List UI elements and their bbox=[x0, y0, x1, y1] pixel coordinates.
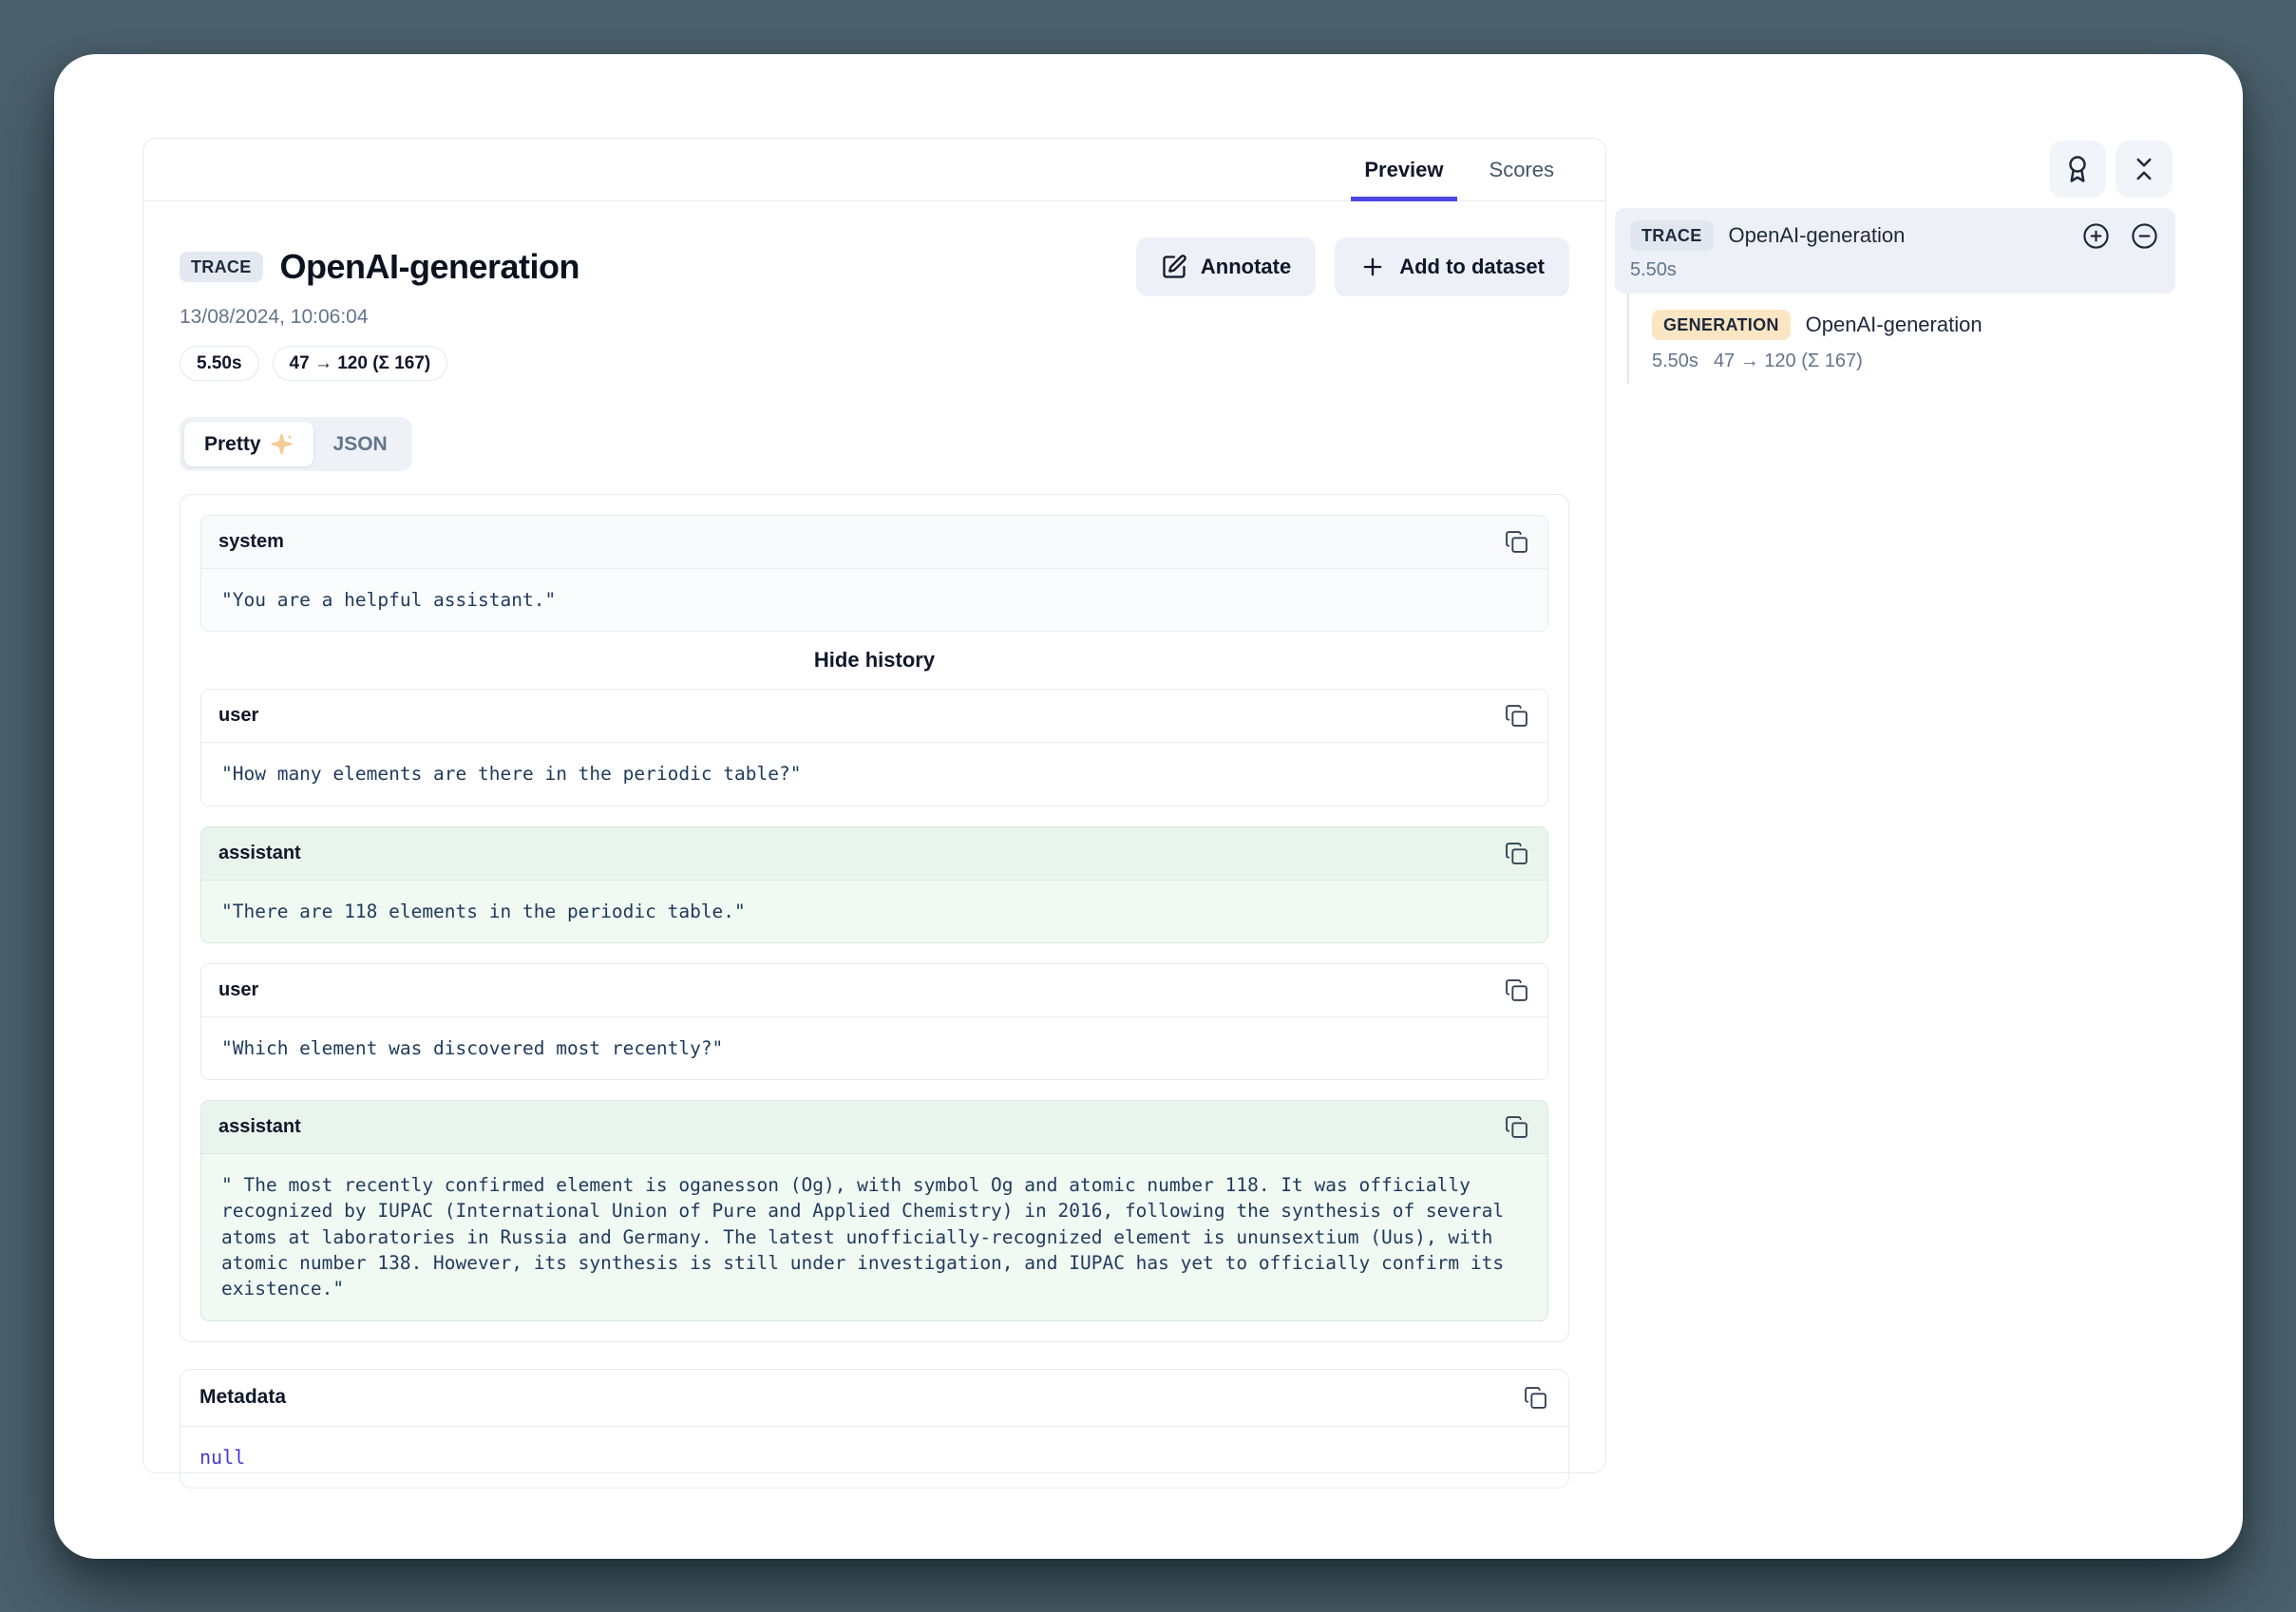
edit-pen-icon bbox=[1161, 254, 1187, 280]
metadata-body: null bbox=[180, 1427, 1568, 1488]
message-role-label: user bbox=[218, 705, 258, 727]
title-row: TRACE OpenAI-generation Annotate Add to … bbox=[180, 237, 1569, 296]
message-role-label: system bbox=[218, 531, 284, 553]
message-block-user: user "How many elements are there in the… bbox=[200, 689, 1548, 806]
trace-header: TRACE OpenAI-generation Annotate Add to … bbox=[180, 237, 1569, 381]
json-toggle-label: JSON bbox=[333, 433, 388, 456]
message-body: "You are a helpful assistant." bbox=[201, 569, 1547, 631]
view-mode-toggle: Pretty JSON bbox=[180, 417, 412, 471]
hide-history-button[interactable]: Hide history bbox=[814, 648, 935, 673]
add-to-dataset-button[interactable]: Add to dataset bbox=[1335, 237, 1569, 296]
pretty-toggle-label: Pretty bbox=[204, 433, 261, 456]
message-header: assistant bbox=[201, 1101, 1547, 1154]
trace-tree-item-title: OpenAI-generation bbox=[1729, 223, 1906, 248]
metadata-card: Metadata null bbox=[180, 1369, 1569, 1489]
copy-icon bbox=[1505, 978, 1528, 1002]
message-header: user bbox=[201, 690, 1547, 743]
copy-message-button[interactable] bbox=[1503, 977, 1530, 1004]
trace-tree-item-generation[interactable]: GENERATION OpenAI-generation 5.50s 47 → … bbox=[1627, 294, 2175, 384]
annotate-button-label: Annotate bbox=[1201, 255, 1291, 279]
message-block-user: user "Which element was discovered most … bbox=[200, 963, 1548, 1080]
trace-tree-item-metrics: 5.50s bbox=[1630, 259, 2158, 281]
tab-bar: Preview Scores bbox=[143, 139, 1605, 201]
tab-scores[interactable]: Scores bbox=[1467, 139, 1577, 200]
active-tab-indicator bbox=[1351, 197, 1456, 201]
message-body: "Which element was discovered most recen… bbox=[201, 1017, 1547, 1079]
message-body: " The most recently confirmed element is… bbox=[201, 1154, 1547, 1319]
trace-latency: 5.50s bbox=[1630, 259, 1677, 281]
generation-tree-item-row: GENERATION OpenAI-generation bbox=[1652, 310, 2175, 340]
generation-type-badge: GENERATION bbox=[1652, 310, 1791, 340]
metric-badges: 5.50s 47 → 120 (Σ 167) bbox=[180, 346, 1569, 381]
generation-latency: 5.50s bbox=[1652, 351, 1698, 372]
copy-metadata-button[interactable] bbox=[1522, 1384, 1549, 1412]
annotate-button[interactable]: Annotate bbox=[1136, 237, 1316, 296]
message-block-system: system "You are a helpful assistant." bbox=[200, 515, 1548, 632]
trace-type-badge: TRACE bbox=[1630, 220, 1714, 251]
page-title: OpenAI-generation bbox=[280, 247, 580, 287]
metadata-value: null bbox=[199, 1446, 245, 1469]
json-view-toggle[interactable]: JSON bbox=[313, 423, 408, 466]
award-icon bbox=[2063, 155, 2092, 183]
panel-body: TRACE OpenAI-generation Annotate Add to … bbox=[143, 201, 1605, 1489]
message-header: user bbox=[201, 964, 1547, 1017]
page-background: Preview Scores TRACE OpenAI-generation bbox=[0, 0, 2296, 1612]
message-block-assistant: assistant "There are 118 elements in the… bbox=[200, 826, 1548, 943]
pretty-view-toggle[interactable]: Pretty bbox=[184, 422, 313, 466]
generation-tree-item-metrics: 5.50s 47 → 120 (Σ 167) bbox=[1652, 351, 2175, 372]
trace-tree-item-trace[interactable]: TRACE OpenAI-generation 5.50s bbox=[1615, 208, 2175, 294]
tab-scores-label: Scores bbox=[1490, 158, 1554, 182]
copy-message-button[interactable] bbox=[1503, 702, 1530, 730]
copy-icon bbox=[1505, 704, 1528, 728]
copy-icon bbox=[1505, 530, 1528, 554]
trace-detail-card: Preview Scores TRACE OpenAI-generation bbox=[54, 54, 2243, 1559]
trace-type-badge: TRACE bbox=[180, 252, 263, 282]
message-header: assistant bbox=[201, 827, 1547, 881]
message-content: "Which element was discovered most recen… bbox=[221, 1035, 1528, 1061]
message-content: "How many elements are there in the peri… bbox=[221, 761, 1528, 787]
add-to-dataset-button-label: Add to dataset bbox=[1399, 255, 1545, 279]
tree-expand-controls bbox=[2082, 222, 2158, 250]
trace-tree-item-row: TRACE OpenAI-generation bbox=[1630, 220, 2158, 251]
tab-preview[interactable]: Preview bbox=[1341, 139, 1466, 200]
copy-icon bbox=[1505, 842, 1528, 865]
message-content: "You are a helpful assistant." bbox=[221, 587, 1528, 613]
copy-icon bbox=[1505, 1115, 1528, 1139]
plus-icon bbox=[1359, 254, 1386, 280]
chevrons-collapse-icon bbox=[2130, 155, 2158, 183]
io-preview-card: system "You are a helpful assistant." Hi… bbox=[180, 494, 1569, 1342]
copy-message-button[interactable] bbox=[1503, 1113, 1530, 1141]
message-role-label: assistant bbox=[218, 1116, 301, 1138]
message-content: "There are 118 elements in the periodic … bbox=[221, 899, 1528, 924]
generation-token-usage: 47 → 120 (Σ 167) bbox=[1714, 351, 1863, 372]
sparkles-icon bbox=[270, 432, 294, 456]
top-actions bbox=[2049, 141, 2173, 198]
trace-timestamp: 13/08/2024, 10:06:04 bbox=[180, 306, 1569, 329]
copy-message-button[interactable] bbox=[1503, 528, 1530, 556]
annotation-queue-button[interactable] bbox=[2049, 141, 2106, 198]
generation-tree-item-title: OpenAI-generation bbox=[1806, 313, 1983, 337]
trace-preview-panel: Preview Scores TRACE OpenAI-generation bbox=[142, 138, 1606, 1473]
metadata-title: Metadata bbox=[199, 1386, 286, 1409]
trace-tree: TRACE OpenAI-generation 5.50s GENERATION… bbox=[1615, 208, 2175, 384]
metadata-header: Metadata bbox=[180, 1370, 1568, 1427]
message-content: " The most recently confirmed element is… bbox=[221, 1172, 1528, 1301]
title-actions: Annotate Add to dataset bbox=[1136, 237, 1569, 296]
tab-preview-label: Preview bbox=[1364, 158, 1443, 182]
message-body: "How many elements are there in the peri… bbox=[201, 743, 1547, 805]
message-header: system bbox=[201, 516, 1547, 569]
copy-icon bbox=[1524, 1386, 1547, 1410]
message-body: "There are 118 elements in the periodic … bbox=[201, 881, 1547, 942]
latency-badge: 5.50s bbox=[180, 346, 259, 381]
collapse-panel-button[interactable] bbox=[2116, 141, 2173, 198]
message-role-label: assistant bbox=[218, 843, 301, 864]
expand-all-icon[interactable] bbox=[2082, 222, 2110, 250]
collapse-all-icon[interactable] bbox=[2131, 222, 2158, 250]
message-block-assistant: assistant " The most recently confirmed … bbox=[200, 1100, 1548, 1320]
copy-message-button[interactable] bbox=[1503, 840, 1530, 867]
token-usage-badge: 47 → 120 (Σ 167) bbox=[273, 346, 448, 381]
message-role-label: user bbox=[218, 979, 258, 1001]
